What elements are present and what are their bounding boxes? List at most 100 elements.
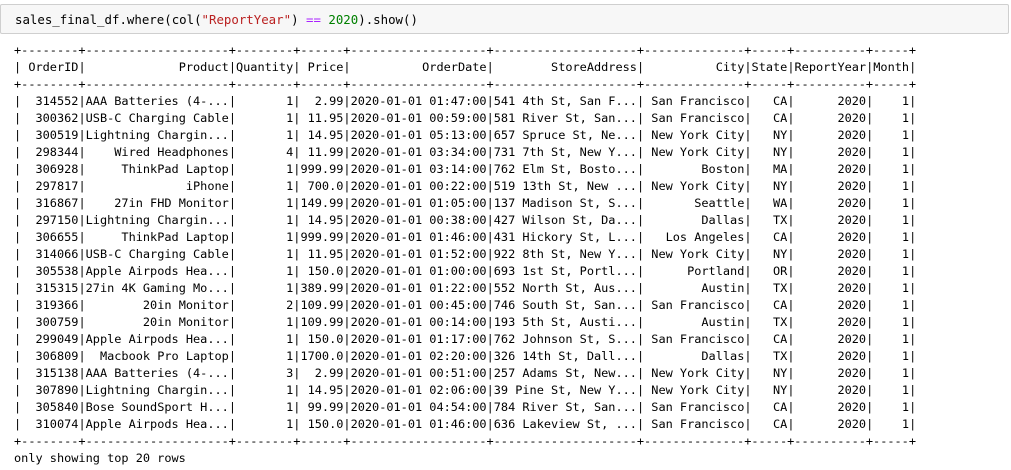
column-header: Quantity <box>235 60 294 74</box>
table-cell: 2020 <box>794 111 867 125</box>
table-cell: 2020-01-01 00:45:00 <box>350 298 487 312</box>
table-cell: 2020 <box>794 213 867 227</box>
table-cell: 1 <box>873 196 910 210</box>
table-cell: 109.99 <box>300 298 344 312</box>
table-cell: 2020-01-01 01:47:00 <box>350 94 487 108</box>
table-cell: 2020-01-01 00:51:00 <box>350 366 487 380</box>
table-cell: 1 <box>873 332 910 346</box>
column-header: Product <box>85 60 229 74</box>
table-cell: Boston <box>644 162 745 176</box>
table-cell: Dallas <box>644 349 745 363</box>
table-cell: San Francisco <box>644 332 745 346</box>
table-cell: 1 <box>873 162 910 176</box>
table-cell: 2020-01-01 01:46:00 <box>350 417 487 431</box>
table-cell: CA <box>751 111 788 125</box>
table-cell: 999.99 <box>300 230 344 244</box>
table-row: | 305538|Apple Airpods Hea...| 1| 150.0|… <box>14 264 917 278</box>
table-row: | 315138|AAA Batteries (4-...| 3| 2.99|2… <box>14 366 917 380</box>
table-cell: 1 <box>873 264 910 278</box>
table-cell: CA <box>751 298 788 312</box>
table-cell: 2020-01-01 01:22:00 <box>350 281 487 295</box>
table-cell: 310074 <box>21 417 79 431</box>
table-cell: 2020-01-01 03:34:00 <box>350 145 487 159</box>
table-cell: 2 <box>235 298 294 312</box>
table-cell: 257 Adams St, New... <box>493 366 637 380</box>
output-footer: only showing top 20 rows <box>14 451 186 465</box>
table-cell: 2020-01-01 01:52:00 <box>350 247 487 261</box>
table-cell: 2020-01-01 04:54:00 <box>350 400 487 414</box>
column-header: StoreAddress <box>493 60 637 74</box>
table-cell: CA <box>751 94 788 108</box>
table-border: +--------+--------------------+--------+… <box>14 77 917 91</box>
table-cell: 541 4th St, San F... <box>493 94 637 108</box>
table-cell: 193 5th St, Austi... <box>493 315 637 329</box>
table-cell: Portland <box>644 264 745 278</box>
table-cell: 1 <box>235 383 294 397</box>
table-row: | 300519|Lightning Chargin...| 1| 14.95|… <box>14 128 917 142</box>
table-cell: 2020 <box>794 400 867 414</box>
table-cell: 319366 <box>21 298 79 312</box>
table-cell: 1 <box>235 400 294 414</box>
table-cell: 1 <box>873 111 910 125</box>
table-cell: 427 Wilson St, Da... <box>493 213 637 227</box>
table-cell: Bose SoundSport H... <box>85 400 229 414</box>
column-header: Month <box>873 60 910 74</box>
table-cell: Lightning Chargin... <box>85 213 229 227</box>
table-cell: AAA Batteries (4-... <box>85 94 229 108</box>
table-cell: 14.95 <box>300 213 344 227</box>
table-row: | 306655| ThinkPad Laptop| 1|999.99|2020… <box>14 230 917 244</box>
table-cell: 1 <box>235 179 294 193</box>
table-cell: 519 13th St, New ... <box>493 179 637 193</box>
table-cell: 1 <box>873 213 910 227</box>
table-cell: 20in Monitor <box>85 315 229 329</box>
table-cell: 11.95 <box>300 111 344 125</box>
table-row: | 297150|Lightning Chargin...| 1| 14.95|… <box>14 213 917 227</box>
code-line[interactable]: sales_final_df.where(col("ReportYear") =… <box>15 12 418 28</box>
table-cell: NY <box>751 145 788 159</box>
table-cell: CA <box>751 230 788 244</box>
table-cell: Apple Airpods Hea... <box>85 264 229 278</box>
table-cell: MA <box>751 162 788 176</box>
table-cell: 1 <box>235 128 294 142</box>
table-cell: USB-C Charging Cable <box>85 247 229 261</box>
table-cell: 657 Spruce St, Ne... <box>493 128 637 142</box>
column-header: OrderID <box>21 60 79 74</box>
table-cell: 299049 <box>21 332 79 346</box>
table-cell: 1 <box>235 315 294 329</box>
table-cell: 2020 <box>794 196 867 210</box>
table-cell: 300519 <box>21 128 79 142</box>
table-cell: 746 South St, San... <box>493 298 637 312</box>
table-cell: 2020-01-01 03:14:00 <box>350 162 487 176</box>
table-cell: 1 <box>235 349 294 363</box>
table-cell: CA <box>751 400 788 414</box>
table-cell: Macbook Pro Laptop <box>85 349 229 363</box>
table-cell: Seattle <box>644 196 745 210</box>
table-cell: San Francisco <box>644 417 745 431</box>
table-cell: 297150 <box>21 213 79 227</box>
column-header: OrderDate <box>350 60 487 74</box>
table-cell: 552 North St, Aus... <box>493 281 637 295</box>
table-cell: CA <box>751 417 788 431</box>
table-cell: 731 7th St, New Y... <box>493 145 637 159</box>
table-cell: 314066 <box>21 247 79 261</box>
table-cell: 922 8th St, New Y... <box>493 247 637 261</box>
table-cell: 4 <box>235 145 294 159</box>
table-cell: 1 <box>235 332 294 346</box>
table-cell: San Francisco <box>644 94 745 108</box>
table-cell: 2020 <box>794 366 867 380</box>
table-cell: Lightning Chargin... <box>85 383 229 397</box>
table-cell: 27in 4K Gaming Mo... <box>85 281 229 295</box>
table-cell: 150.0 <box>300 332 344 346</box>
table-cell: 2020-01-01 05:13:00 <box>350 128 487 142</box>
code-input-cell[interactable]: sales_final_df.where(col("ReportYear") =… <box>0 4 1009 34</box>
notebook: sales_final_df.where(col("ReportYear") =… <box>0 0 1011 470</box>
table-cell: NY <box>751 247 788 261</box>
table-cell: 1 <box>873 247 910 261</box>
table-cell: ThinkPad Laptop <box>85 162 229 176</box>
table-cell: Apple Airpods Hea... <box>85 417 229 431</box>
table-cell: 298344 <box>21 145 79 159</box>
table-cell: USB-C Charging Cable <box>85 111 229 125</box>
table-cell: 109.99 <box>300 315 344 329</box>
table-cell: 762 Elm St, Bosto... <box>493 162 637 176</box>
table-cell: New York City <box>644 128 745 142</box>
